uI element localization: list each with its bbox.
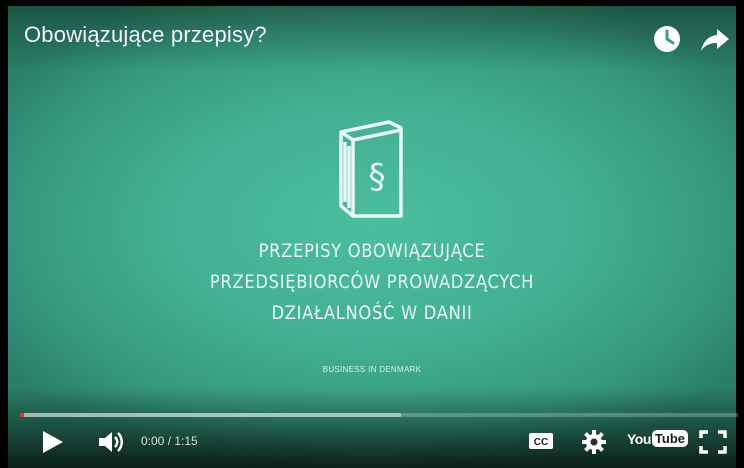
volume-button[interactable] <box>96 428 126 456</box>
watch-later-icon <box>654 26 680 52</box>
video-subtitle: BUSINESS IN DENMARK <box>322 365 422 374</box>
share-icon <box>701 29 729 51</box>
watch-later-button[interactable] <box>650 22 684 56</box>
fullscreen-icon <box>699 430 727 454</box>
svg-text:§: § <box>369 157 386 197</box>
video-player[interactable]: Obowiązujące przepisy? § PRZEPISY OBOWIĄ… <box>0 0 744 468</box>
video-title[interactable]: Obowiązujące przepisy? <box>24 22 267 48</box>
settings-button[interactable] <box>580 428 608 456</box>
svg-text:CC: CC <box>534 437 548 448</box>
youtube-logo-tube: Tube <box>651 430 688 448</box>
captions-button[interactable]: CC <box>528 430 554 452</box>
closed-captions-icon: CC <box>529 433 553 449</box>
youtube-logo-you: You <box>627 430 651 447</box>
progress-loaded <box>20 413 401 417</box>
fullscreen-button[interactable] <box>698 428 728 456</box>
progress-bar[interactable] <box>20 413 738 417</box>
youtube-logo[interactable]: You Tube <box>627 430 688 452</box>
time-display: 0:00 / 1:15 <box>141 434 198 448</box>
play-icon <box>43 431 63 453</box>
volume-icon <box>99 432 123 452</box>
headline-line-1: PRZEPISY OBOWIĄZUJĄCE <box>258 240 486 262</box>
play-button[interactable] <box>38 429 66 455</box>
settings-icon <box>582 430 606 454</box>
headline-line-2: PRZEDSIĘBIORCÓW PROWADZĄCYCH <box>209 271 535 293</box>
share-button[interactable] <box>698 22 732 56</box>
law-book-icon: § <box>339 120 403 218</box>
headline-line-3: DZIAŁALNOŚĆ W DANII <box>271 302 473 324</box>
progress-played <box>20 413 24 417</box>
